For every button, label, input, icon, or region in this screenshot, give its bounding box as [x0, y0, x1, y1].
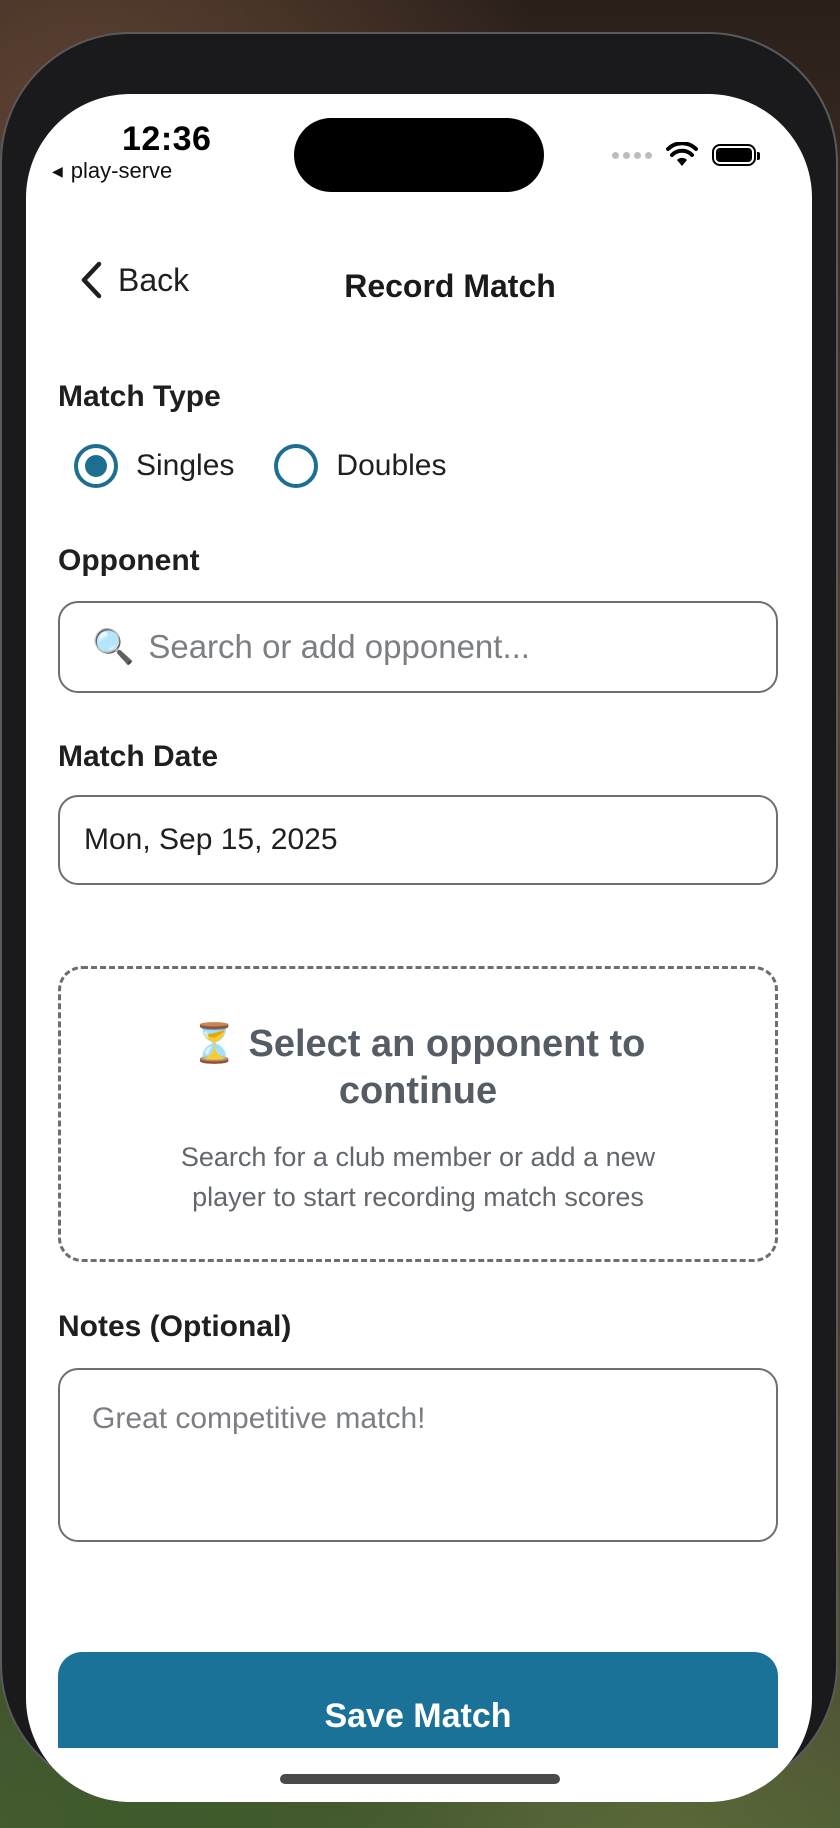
match-date-field[interactable]: Mon, Sep 15, 2025	[58, 795, 778, 885]
signal-dots-icon	[612, 151, 652, 159]
opponent-search-field[interactable]: 🔍	[58, 601, 778, 693]
radio-singles-label: Singles	[136, 449, 235, 482]
radio-doubles-label: Doubles	[336, 449, 447, 482]
placeholder-title: ⏳ Select an opponent to continue	[131, 1021, 705, 1115]
back-app-label: play-serve	[70, 158, 173, 183]
status-time: 12:36	[122, 120, 212, 158]
match-date-label: Match Date	[58, 740, 219, 773]
match-type-label: Match Type	[58, 380, 221, 413]
select-opponent-placeholder: ⏳ Select an opponent to continue Search …	[58, 966, 778, 1262]
status-bar: 12:36 ◀ play-serve	[26, 94, 812, 204]
back-to-app-link[interactable]: ◀ play-serve	[52, 158, 172, 184]
match-type-radio-group: Singles Doubles	[74, 444, 486, 488]
save-match-button[interactable]: Save Match	[58, 1652, 778, 1748]
wifi-icon	[666, 142, 698, 166]
opponent-label: Opponent	[58, 544, 200, 577]
navigation-bar: Back Record Match	[26, 254, 812, 324]
placeholder-title-text: Select an opponent to continue	[248, 1023, 646, 1112]
page-title: Record Match	[344, 268, 556, 304]
back-triangle-icon: ◀	[52, 163, 63, 179]
radio-doubles-circle[interactable]	[274, 444, 319, 488]
home-indicator[interactable]	[280, 1774, 560, 1784]
notes-textarea[interactable]	[58, 1368, 778, 1542]
search-icon: 🔍	[92, 628, 135, 666]
radio-doubles[interactable]: Doubles	[274, 444, 446, 488]
app-screen: 12:36 ◀ play-serve Back Record Match Mat…	[26, 94, 812, 1802]
notes-label: Notes (Optional)	[58, 1310, 292, 1343]
phone-frame: 12:36 ◀ play-serve Back Record Match Mat…	[0, 32, 838, 1802]
hourglass-icon: ⏳	[190, 1023, 238, 1065]
radio-singles[interactable]: Singles	[74, 444, 234, 488]
radio-singles-circle[interactable]	[74, 444, 118, 488]
radio-selected-dot	[85, 455, 107, 477]
placeholder-description: Search for a club member or add a new pl…	[180, 1142, 656, 1212]
battery-icon	[712, 144, 760, 166]
opponent-search-input[interactable]	[146, 627, 711, 667]
dynamic-island	[294, 118, 544, 192]
status-icons	[612, 140, 760, 170]
